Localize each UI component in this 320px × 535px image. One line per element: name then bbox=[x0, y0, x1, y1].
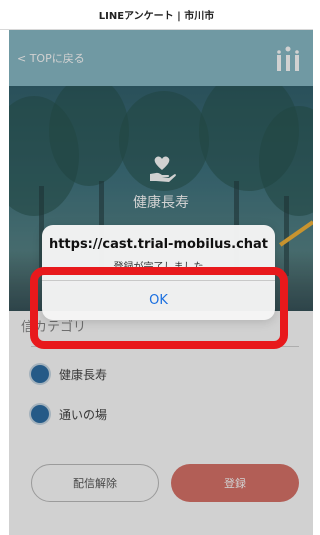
dialog-title: https://cast.trial-mobilus.chat bbox=[48, 237, 269, 252]
highlight-annotation bbox=[30, 267, 288, 349]
status-bar-title: LINEアンケート | 市川市 bbox=[98, 11, 215, 22]
status-bar: LINEアンケート | 市川市 bbox=[0, 0, 313, 30]
